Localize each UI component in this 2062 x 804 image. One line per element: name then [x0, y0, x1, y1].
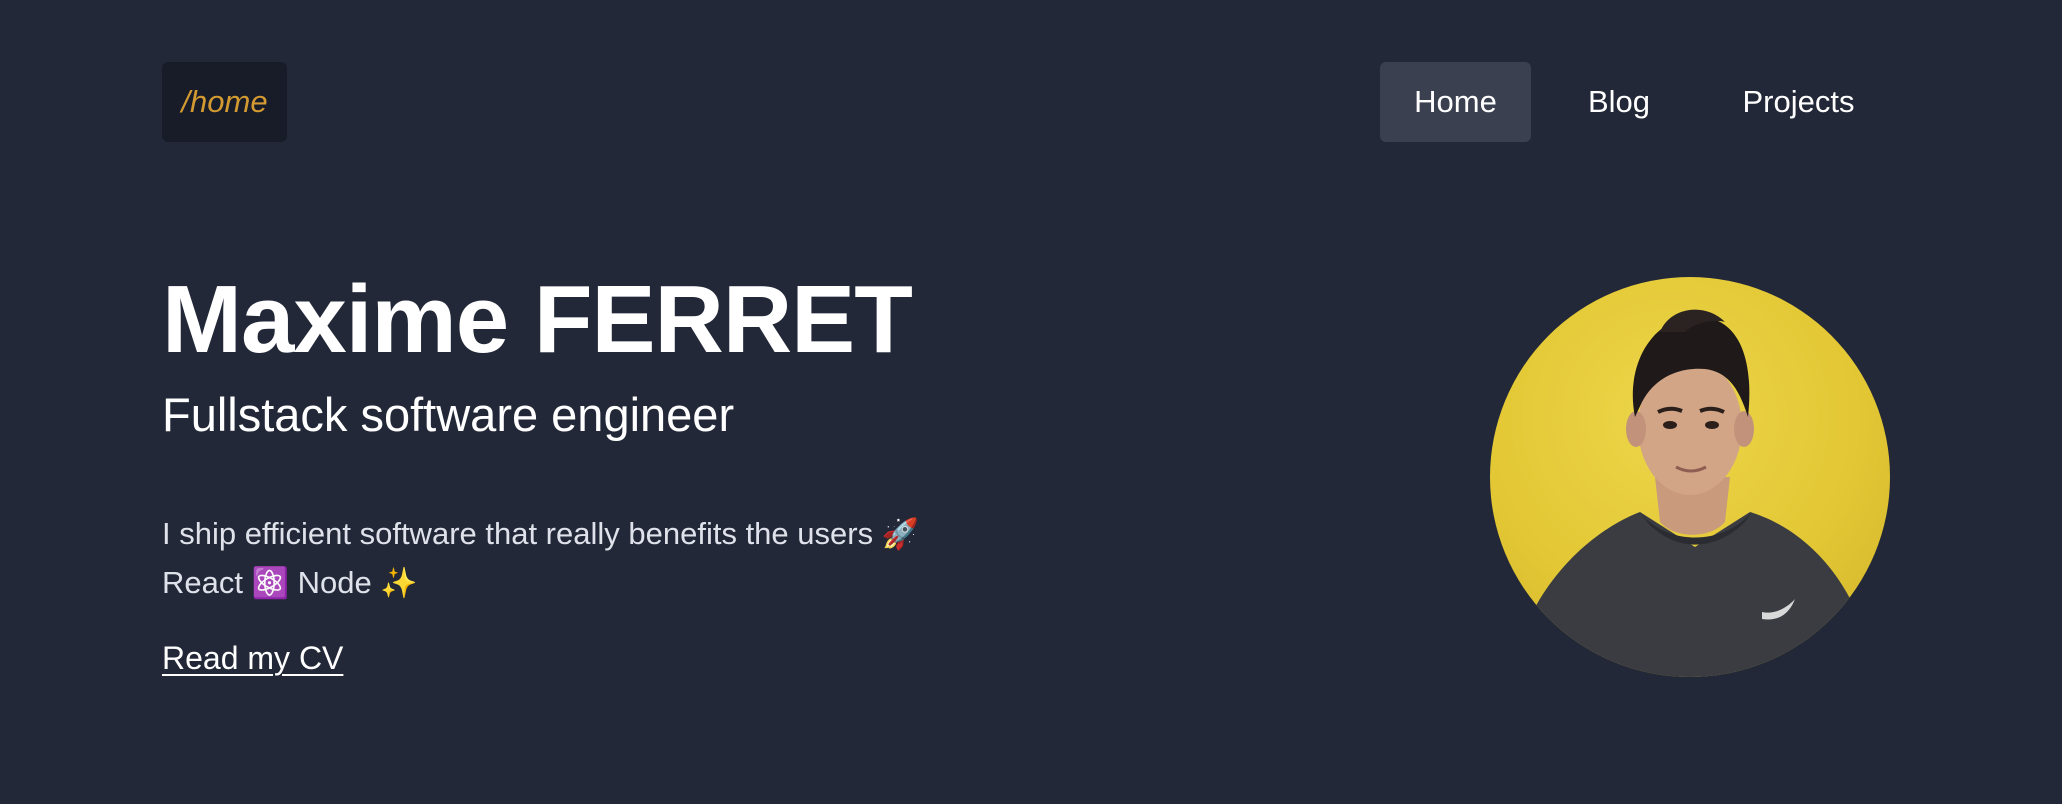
- nav-item-projects[interactable]: Projects: [1707, 62, 1890, 142]
- profile-photo-image: [1510, 309, 1875, 677]
- bio-text-1: I ship efficient software that really be…: [162, 516, 874, 551]
- home-logo-link[interactable]: /home: [162, 62, 287, 142]
- atom-icon: ⚛️: [251, 567, 289, 600]
- main-nav: Home Blog Projects: [1380, 62, 1890, 142]
- rocket-icon: 🚀: [881, 518, 920, 551]
- bio-text-react: React: [162, 565, 243, 600]
- avatar: [1490, 277, 1890, 677]
- job-title: Fullstack software engineer: [162, 388, 735, 441]
- read-cv-link[interactable]: Read my CV: [162, 640, 343, 677]
- nav-item-blog[interactable]: Blog: [1531, 62, 1707, 142]
- page-title: Maxime FERRET: [162, 266, 913, 373]
- bio: I ship efficient software that really be…: [162, 510, 919, 608]
- bio-line-1: I ship efficient software that really be…: [162, 510, 919, 559]
- bio-text-node: Node: [297, 565, 372, 600]
- bio-line-2: React ⚛️ Node ✨: [162, 559, 919, 608]
- sparkles-icon: ✨: [380, 567, 418, 600]
- nav-item-home[interactable]: Home: [1380, 62, 1531, 142]
